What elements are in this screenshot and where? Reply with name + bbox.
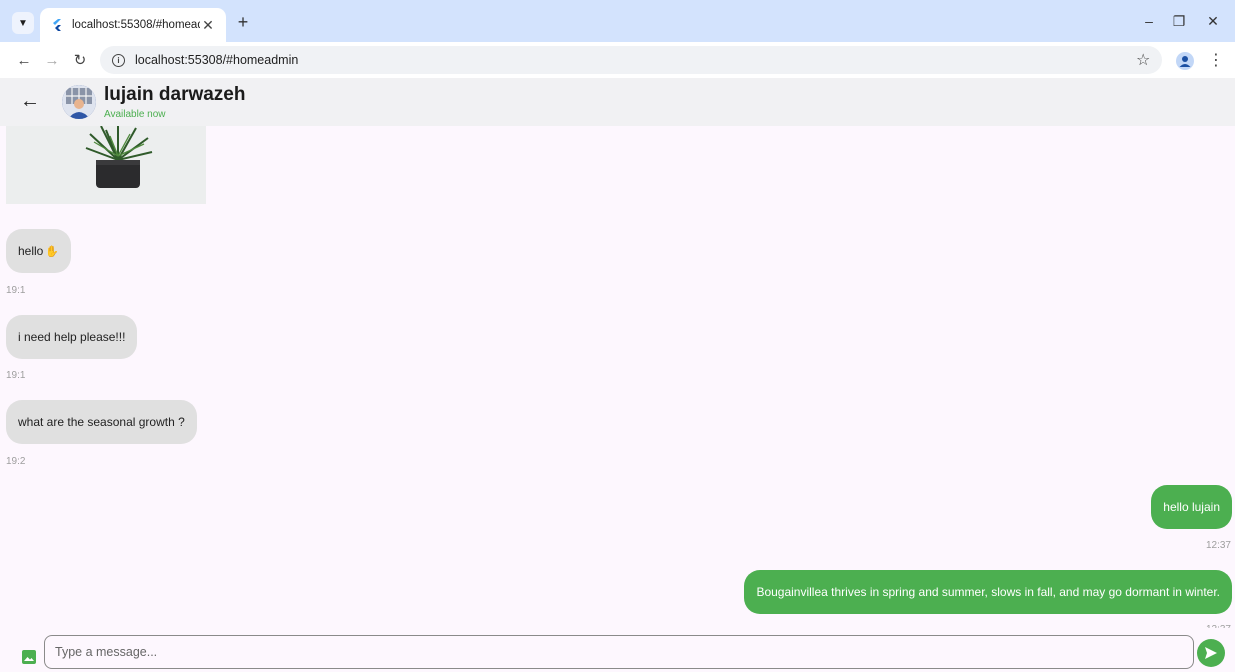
message-input[interactable] bbox=[44, 635, 1194, 669]
send-button[interactable] bbox=[1197, 639, 1225, 667]
message-time: 12:37 bbox=[1205, 540, 1231, 551]
reload-icon[interactable]: ↻ bbox=[70, 50, 90, 70]
back-nav-icon[interactable]: ← bbox=[14, 50, 34, 70]
image-picker-icon[interactable] bbox=[22, 650, 36, 664]
hand-wave-emoji-icon: ✋ bbox=[45, 245, 60, 258]
url-text: localhost:55308/#homeadmin bbox=[135, 53, 299, 67]
tab-close-icon[interactable]: ✕ bbox=[200, 17, 216, 34]
incoming-message-bubble: i need help please!!! bbox=[6, 315, 138, 359]
restore-icon[interactable]: ❐ bbox=[1168, 10, 1190, 32]
site-info-icon[interactable]: i bbox=[112, 53, 125, 67]
message-text: Bougainvillea thrives in spring and summ… bbox=[756, 585, 1220, 599]
tab-search-chevron-icon[interactable]: ▼ bbox=[12, 12, 34, 34]
contact-name: lujain darwazeh bbox=[104, 84, 246, 105]
minimize-icon[interactable]: – bbox=[1138, 10, 1160, 32]
profile-avatar-icon[interactable] bbox=[1176, 52, 1194, 70]
message-time: 19:1 bbox=[6, 370, 26, 381]
window-close-icon[interactable]: ✕ bbox=[1202, 10, 1224, 32]
address-bar[interactable]: i localhost:55308/#homeadmin bbox=[100, 46, 1162, 74]
message-time: 19:1 bbox=[6, 285, 26, 296]
message-text: hello bbox=[18, 244, 44, 258]
browser-tab-strip: ▼ localhost:55308/#homeadmin ✕ + – ❐ ✕ bbox=[0, 0, 1235, 42]
message-text: i need help please!!! bbox=[18, 330, 126, 344]
message-time: 19:2 bbox=[6, 456, 26, 467]
message-composer bbox=[0, 628, 1235, 672]
send-icon bbox=[1205, 647, 1217, 659]
incoming-message-bubble: what are the seasonal growth ? bbox=[6, 400, 197, 444]
plant-photo-message[interactable] bbox=[6, 126, 206, 204]
incoming-message-bubble: hello ✋ bbox=[6, 229, 72, 273]
message-text: hello lujain bbox=[1163, 500, 1220, 514]
contact-avatar bbox=[62, 85, 96, 119]
back-arrow-icon[interactable]: ← bbox=[20, 90, 40, 113]
browser-menu-icon[interactable]: ⋮ bbox=[1208, 50, 1224, 70]
tab-title: localhost:55308/#homeadmin bbox=[72, 19, 200, 31]
forward-nav-icon[interactable]: → bbox=[42, 50, 62, 70]
chat-header: ← lujain darwazeh Available now bbox=[0, 78, 1235, 126]
contact-status: Available now bbox=[104, 109, 166, 120]
bookmark-star-icon[interactable]: ☆ bbox=[1136, 50, 1150, 70]
browser-toolbar: ← → ↻ i localhost:55308/#homeadmin ☆ ⋮ bbox=[0, 42, 1235, 78]
outgoing-message-bubble: Bougainvillea thrives in spring and summ… bbox=[744, 570, 1232, 614]
outgoing-message-bubble: hello lujain bbox=[1151, 485, 1232, 529]
flutter-favicon-icon bbox=[53, 19, 61, 31]
browser-tab[interactable]: localhost:55308/#homeadmin ✕ bbox=[40, 8, 226, 42]
message-text: what are the seasonal growth ? bbox=[18, 415, 185, 429]
new-tab-plus-icon[interactable]: + bbox=[232, 11, 254, 33]
